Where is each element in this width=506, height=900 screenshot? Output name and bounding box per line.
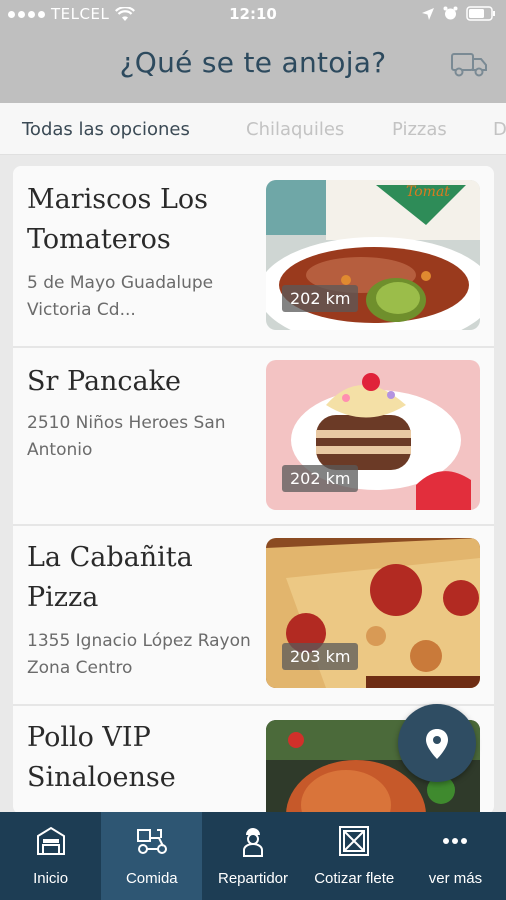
restaurant-image: 202 km [266, 360, 480, 510]
restaurant-card[interactable]: Sr Pancake 2510 Niños Heroes San Antonio… [13, 348, 494, 524]
page-title: ¿Qué se te antoja? [119, 46, 387, 79]
distance-badge: 203 km [282, 643, 359, 670]
restaurant-name: Pollo VIP Sinaloense [27, 722, 176, 793]
restaurant-name: Mariscos Los Tomateros [27, 184, 208, 255]
map-button[interactable] [398, 704, 476, 782]
restaurant-card[interactable]: Mariscos Los Tomateros 5 de Mayo Guadalu… [13, 166, 494, 346]
nav-inicio[interactable]: Inicio [0, 812, 101, 900]
tab-more[interactable]: D [493, 119, 506, 140]
restaurant-address: 5 de Mayo Guadalupe Victoria Cd... [27, 273, 214, 320]
nav-cotizar-flete[interactable]: Cotizar flete [304, 812, 405, 900]
tab-todas[interactable]: Todas las opciones [22, 119, 190, 140]
restaurant-image: Tomat 202 km [266, 180, 480, 330]
nav-label: Inicio [33, 870, 69, 887]
tab-chilaquiles[interactable]: Chilaquiles [246, 119, 344, 140]
distance-badge: 202 km [282, 285, 359, 312]
nav-label: Comida [125, 870, 178, 887]
battery-icon [466, 6, 495, 21]
top-bar: TELCEL 12:10 ¿Qué se te antoja? [0, 0, 506, 103]
restaurant-card[interactable]: La Cabañita Pizza 1355 Ignacio López Ray… [13, 526, 494, 704]
delivery-scooter-icon [136, 829, 167, 854]
delivery-truck-icon[interactable] [450, 49, 488, 79]
map-pin-icon [426, 729, 448, 759]
store-icon [36, 826, 65, 855]
location-arrow-icon [422, 7, 434, 20]
nav-ver-mas[interactable]: ver más [405, 812, 506, 900]
alarm-icon [443, 6, 458, 20]
more-icon [443, 838, 468, 844]
restaurant-image: 203 km [266, 538, 480, 688]
bottom-nav: Inicio Comida Repartidor Cotizar flete v… [0, 812, 506, 900]
courier-icon [243, 828, 263, 857]
distance-badge: 202 km [282, 465, 359, 492]
svg-text:Tomat: Tomat [406, 184, 450, 200]
restaurant-name: La Cabañita Pizza [27, 542, 193, 613]
nav-label: Repartidor [217, 870, 289, 887]
restaurant-name: Sr Pancake [27, 366, 181, 397]
nav-repartidor[interactable]: Repartidor [202, 812, 303, 900]
restaurant-address: 2510 Niños Heroes San Antonio [27, 413, 226, 460]
nav-comida[interactable]: Comida [101, 812, 203, 900]
crate-icon [339, 826, 370, 856]
status-bar: TELCEL 12:10 [0, 0, 506, 30]
nav-label: Cotizar flete [314, 870, 395, 887]
restaurant-address: 1355 Ignacio López Rayon Zona Centro [27, 631, 251, 678]
category-tabs: Todas las opciones Chilaquiles Pizzas D [0, 103, 506, 155]
tab-pizzas[interactable]: Pizzas [392, 119, 447, 140]
nav-label: ver más [428, 870, 483, 887]
